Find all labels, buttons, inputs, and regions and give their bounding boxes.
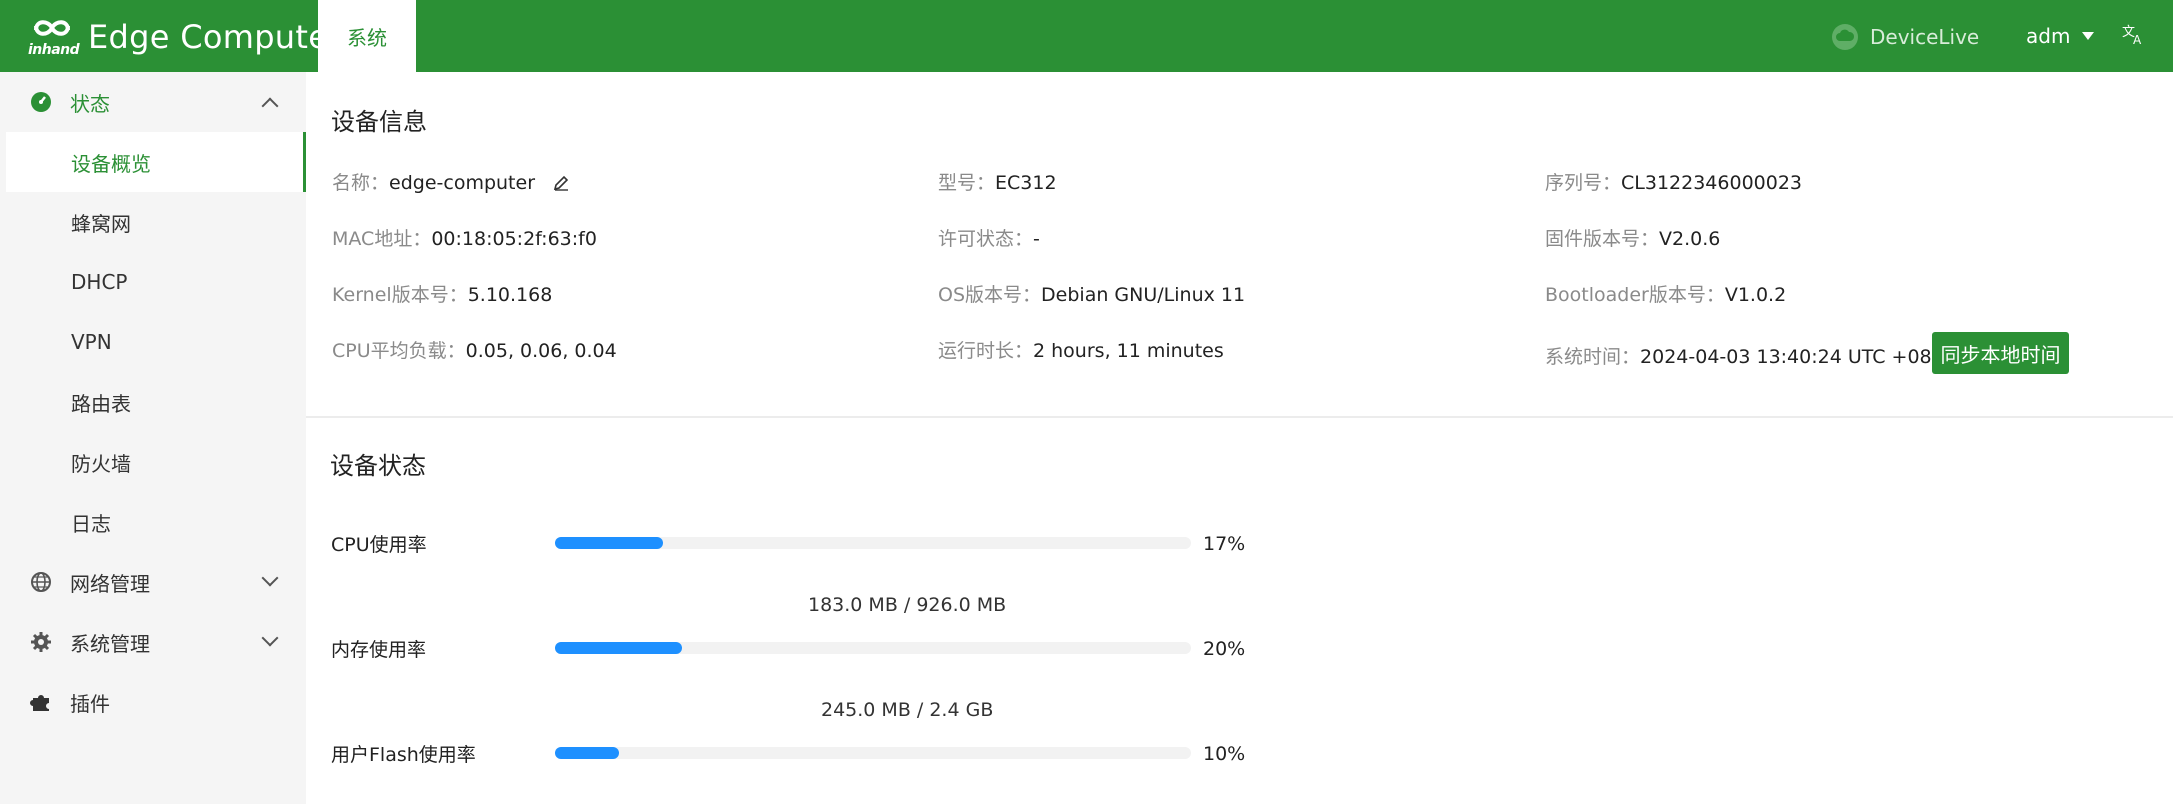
system-time-label: 系统时间：: [1545, 346, 1641, 368]
uptime-field: 运行时长：2 hours, 11 minutes: [938, 336, 1224, 363]
uptime-value: 2 hours, 11 minutes: [1033, 340, 1224, 362]
username: adm: [2026, 24, 2071, 48]
cpu-usage-bar: [555, 537, 1191, 549]
model-field: 型号：EC312: [938, 168, 1057, 195]
inhand-logo-icon: inhand: [28, 16, 86, 58]
device-status-title: 设备状态: [330, 452, 426, 480]
bootloader-label: Bootloader版本号：: [1545, 284, 1725, 306]
chevron-up-icon: [261, 97, 279, 115]
app-title: Edge Computer: [88, 18, 342, 56]
uptime-label: 运行时长：: [938, 340, 1034, 362]
devicelive-link[interactable]: DeviceLive: [1832, 24, 1979, 50]
globe-icon: [31, 572, 51, 592]
cpu-load-label: CPU平均负载：: [332, 340, 466, 362]
top-header: inhand Edge Computer 系统 DeviceLive adm 文…: [0, 0, 2173, 72]
devicelive-label: DeviceLive: [1870, 25, 1980, 49]
device-name-value: edge-computer: [389, 172, 536, 194]
kernel-value: 5.10.168: [467, 284, 553, 306]
cpu-usage-label: CPU使用率: [331, 534, 427, 556]
memory-usage-fill: [555, 642, 683, 654]
sidebar-item-vpn[interactable]: VPN: [6, 312, 306, 372]
mac-field: MAC地址：00:18:05:2f:63:f0: [332, 224, 597, 251]
gear-icon: [31, 632, 51, 652]
flash-usage-text: 245.0 MB / 2.4 GB: [821, 699, 994, 721]
cloud-icon: [1832, 24, 1858, 50]
mac-label: MAC地址：: [332, 228, 432, 250]
firmware-label: 固件版本号：: [1545, 228, 1660, 250]
memory-usage-percent: 20%: [1203, 638, 1246, 660]
user-menu[interactable]: adm: [2026, 24, 2095, 48]
memory-usage-label: 内存使用率: [331, 639, 427, 661]
serial-value: CL3122346000023: [1621, 172, 1803, 194]
logo-brand-text: inhand: [28, 42, 80, 58]
os-label: OS版本号：: [938, 284, 1042, 306]
sidebar-item-firewall[interactable]: 防火墙: [6, 432, 306, 492]
sidebar-group-plugins-label: 插件: [70, 691, 110, 716]
firmware-field: 固件版本号：V2.0.6: [1545, 224, 1720, 251]
bootloader-value: V1.0.2: [1724, 284, 1787, 306]
system-time-field: 系统时间：2024-04-03 13:40:24 UTC +08:00: [1545, 342, 1962, 369]
logo[interactable]: inhand Edge Computer: [28, 16, 342, 58]
license-field: 许可状态：-: [938, 224, 1040, 251]
sidebar-group-system[interactable]: 系统管理: [0, 612, 306, 672]
flash-usage-bar: [555, 747, 1191, 759]
model-label: 型号：: [938, 172, 996, 194]
memory-usage-text: 183.0 MB / 926.0 MB: [808, 594, 1007, 616]
sidebar-item-cellular[interactable]: 蜂窝网: [6, 192, 306, 252]
caret-down-icon: [2082, 32, 2095, 40]
system-time-value: 2024-04-03 13:40:24 UTC +08:00: [1640, 346, 1963, 368]
puzzle-icon: [30, 695, 49, 711]
firmware-value: V2.0.6: [1659, 228, 1721, 250]
license-label: 许可状态：: [938, 228, 1034, 250]
serial-field: 序列号：CL3122346000023: [1545, 168, 1802, 195]
model-value: EC312: [995, 172, 1057, 194]
flash-usage-percent: 10%: [1203, 743, 1246, 765]
flash-usage-label: 用户Flash使用率: [331, 744, 476, 766]
sidebar-group-network-label: 网络管理: [70, 571, 150, 596]
memory-usage-bar: [555, 642, 1191, 654]
sidebar-group-status-label: 状态: [70, 91, 110, 116]
sidebar-group-status[interactable]: 状态: [0, 72, 306, 132]
bootloader-field: Bootloader版本号：V1.0.2: [1545, 280, 1786, 307]
chevron-down-icon: [261, 569, 279, 587]
svg-text:A: A: [2133, 33, 2142, 46]
sidebar: 状态 设备概览 蜂窝网 DHCP VPN 路由表 防火墙 日志 网络管理 系统管…: [0, 72, 306, 804]
cpu-usage-percent: 17%: [1203, 533, 1246, 555]
sidebar-item-dhcp[interactable]: DHCP: [6, 252, 306, 312]
sync-local-time-button[interactable]: 同步本地时间: [1932, 332, 2069, 374]
edit-icon[interactable]: [553, 175, 569, 191]
device-info-title: 设备信息: [331, 108, 427, 136]
section-divider: [306, 416, 2173, 418]
kernel-label: Kernel版本号：: [332, 284, 468, 306]
device-name-label: 名称：: [332, 172, 390, 194]
device-name-field: 名称：edge-computer: [332, 168, 569, 195]
cpu-usage-fill: [555, 537, 664, 549]
kernel-field: Kernel版本号：5.10.168: [332, 280, 552, 307]
sidebar-group-plugins[interactable]: 插件: [0, 672, 306, 732]
language-icon[interactable]: 文 A: [2122, 22, 2146, 52]
os-field: OS版本号：Debian GNU/Linux 11: [938, 280, 1245, 307]
os-value: Debian GNU/Linux 11: [1041, 284, 1246, 306]
cpu-load-value: 0.05, 0.06, 0.04: [465, 340, 617, 362]
license-value: -: [1033, 228, 1040, 250]
mac-value: 00:18:05:2f:63:f0: [431, 228, 597, 250]
sidebar-item-routes[interactable]: 路由表: [6, 372, 306, 432]
serial-label: 序列号：: [1545, 172, 1622, 194]
flash-usage-fill: [555, 747, 619, 759]
dashboard-icon: [31, 92, 51, 112]
tab-system[interactable]: 系统: [318, 0, 416, 72]
sidebar-group-system-label: 系统管理: [70, 631, 150, 656]
chevron-down-icon: [261, 629, 279, 647]
sidebar-group-network[interactable]: 网络管理: [0, 552, 306, 612]
sidebar-item-logs[interactable]: 日志: [6, 492, 306, 552]
sidebar-item-overview[interactable]: 设备概览: [6, 132, 306, 192]
cpu-load-field: CPU平均负载：0.05, 0.06, 0.04: [332, 336, 617, 363]
